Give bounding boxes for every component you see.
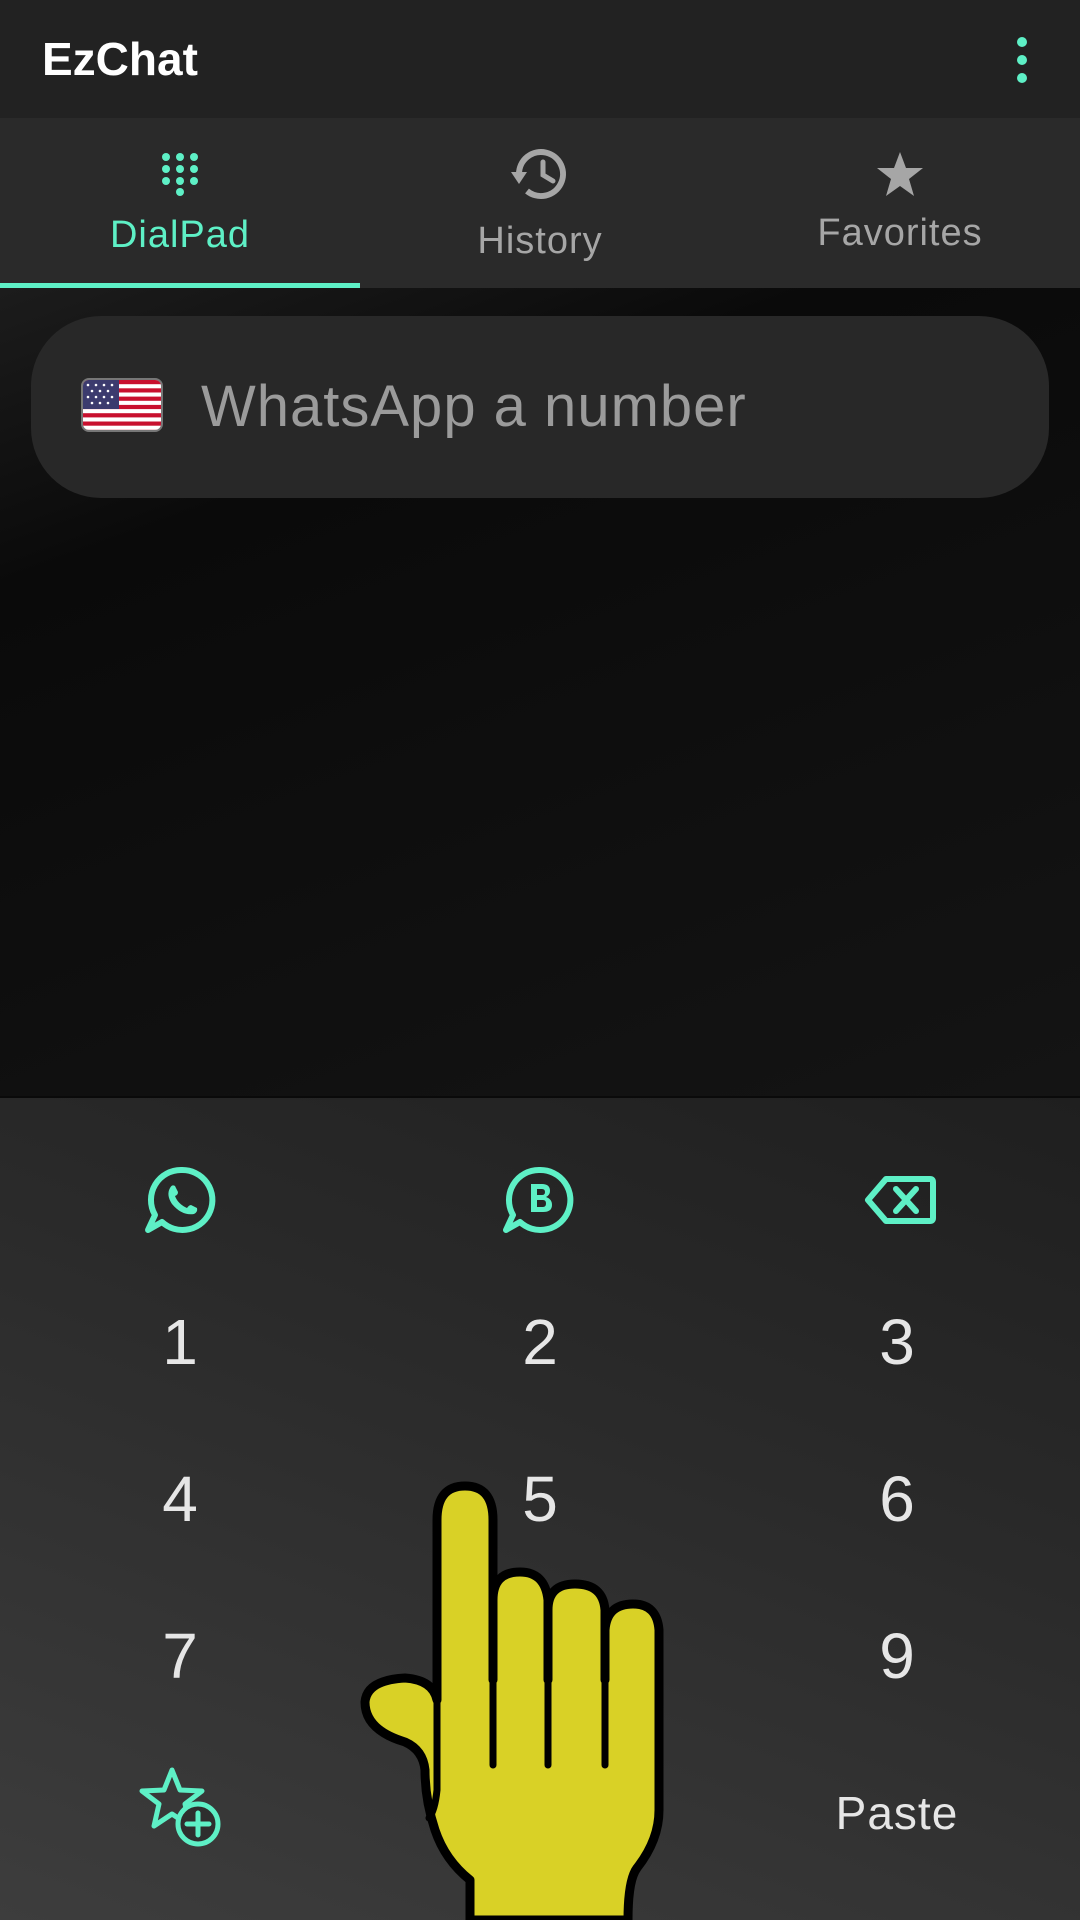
dialpad-icon: [160, 144, 200, 204]
more-vert-icon[interactable]: [994, 28, 1050, 92]
history-icon: [509, 144, 571, 204]
pointing-hand-icon: [345, 1480, 685, 1920]
whatsapp-button[interactable]: [122, 1150, 242, 1250]
key-7[interactable]: 7: [80, 1601, 280, 1711]
key-4[interactable]: 4: [80, 1444, 280, 1554]
whatsapp-business-button[interactable]: [480, 1150, 600, 1250]
tab-history[interactable]: History: [360, 118, 720, 288]
paste-button[interactable]: Paste: [797, 1758, 997, 1868]
tab-dialpad[interactable]: DialPad: [0, 118, 360, 288]
tab-dialpad-label: DialPad: [109, 214, 251, 256]
tab-favorites-label: Favorites: [817, 212, 983, 254]
star-icon: [875, 144, 925, 204]
key-9[interactable]: 9: [797, 1601, 997, 1711]
tab-history-label: History: [477, 220, 603, 262]
backspace-button[interactable]: [840, 1150, 960, 1250]
app-title: EzChat: [42, 33, 198, 85]
tab-favorites[interactable]: Favorites: [720, 118, 1080, 288]
app-bar: EzChat: [0, 0, 1080, 118]
number-input[interactable]: [201, 356, 1001, 456]
add-favorite-button[interactable]: [122, 1758, 242, 1858]
whatsapp-business-icon: [503, 1166, 574, 1233]
number-field[interactable]: [31, 316, 1049, 498]
key-1[interactable]: 1: [80, 1287, 280, 1397]
us-flag-icon[interactable]: [81, 378, 163, 432]
key-3[interactable]: 3: [797, 1287, 997, 1397]
backspace-icon: [865, 1176, 936, 1224]
add-favorite-icon: [139, 1767, 221, 1847]
key-2[interactable]: 2: [440, 1287, 640, 1397]
whatsapp-icon: [145, 1166, 216, 1233]
key-6[interactable]: 6: [797, 1444, 997, 1554]
tab-bar: DialPad History Favorites: [0, 118, 1080, 288]
content-area: [0, 288, 1080, 1096]
